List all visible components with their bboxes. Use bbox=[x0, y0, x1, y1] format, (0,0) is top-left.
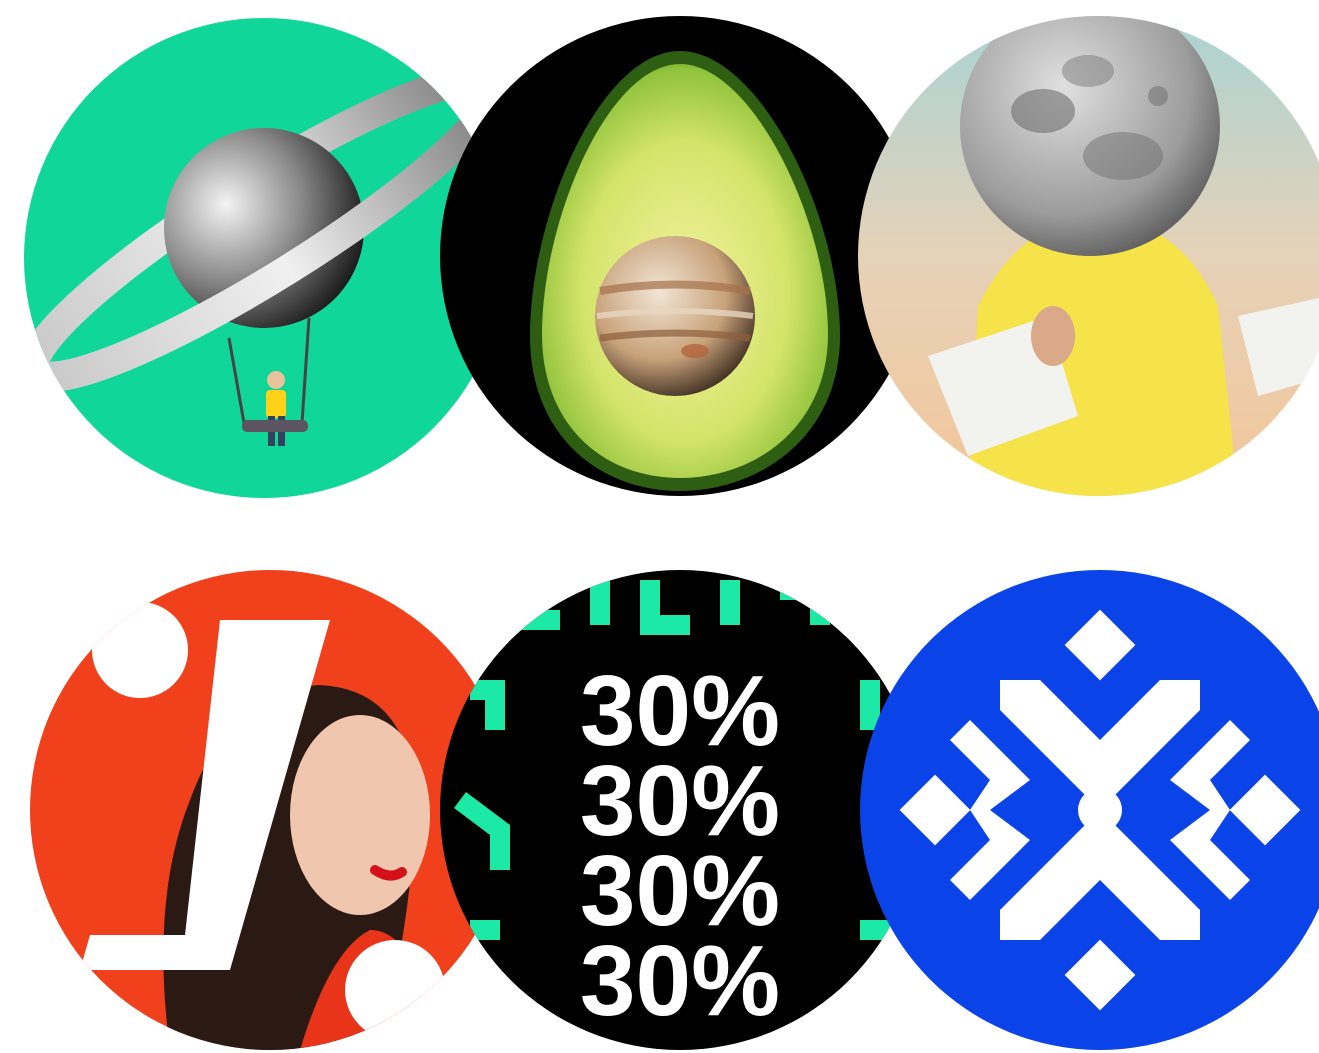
white-dot-bottom bbox=[345, 940, 445, 1040]
swing-seat bbox=[242, 420, 308, 432]
tile-moon-hoodie bbox=[858, 16, 1319, 496]
hand bbox=[1031, 306, 1075, 366]
discount-line-4: 30% bbox=[580, 925, 780, 1037]
blue-ornament-illustration bbox=[860, 570, 1319, 1050]
tile-saturn-swing bbox=[24, 18, 504, 498]
tile-woman-portrait bbox=[30, 570, 510, 1050]
woman-portrait-illustration bbox=[30, 570, 510, 1050]
white-dot-top bbox=[92, 602, 188, 698]
jupiter-planet bbox=[595, 236, 755, 396]
tile-blue-ornament bbox=[860, 570, 1319, 1050]
moon-hoodie-illustration bbox=[858, 16, 1319, 496]
red-lips bbox=[370, 865, 407, 881]
tile-discount: 30% 30% 30% 30% bbox=[440, 570, 920, 1050]
avocado-jupiter-illustration bbox=[440, 16, 920, 496]
saturn-swing-illustration bbox=[24, 18, 504, 498]
tile-avocado-jupiter bbox=[440, 16, 920, 496]
discount-illustration: 30% 30% 30% 30% bbox=[440, 570, 920, 1050]
